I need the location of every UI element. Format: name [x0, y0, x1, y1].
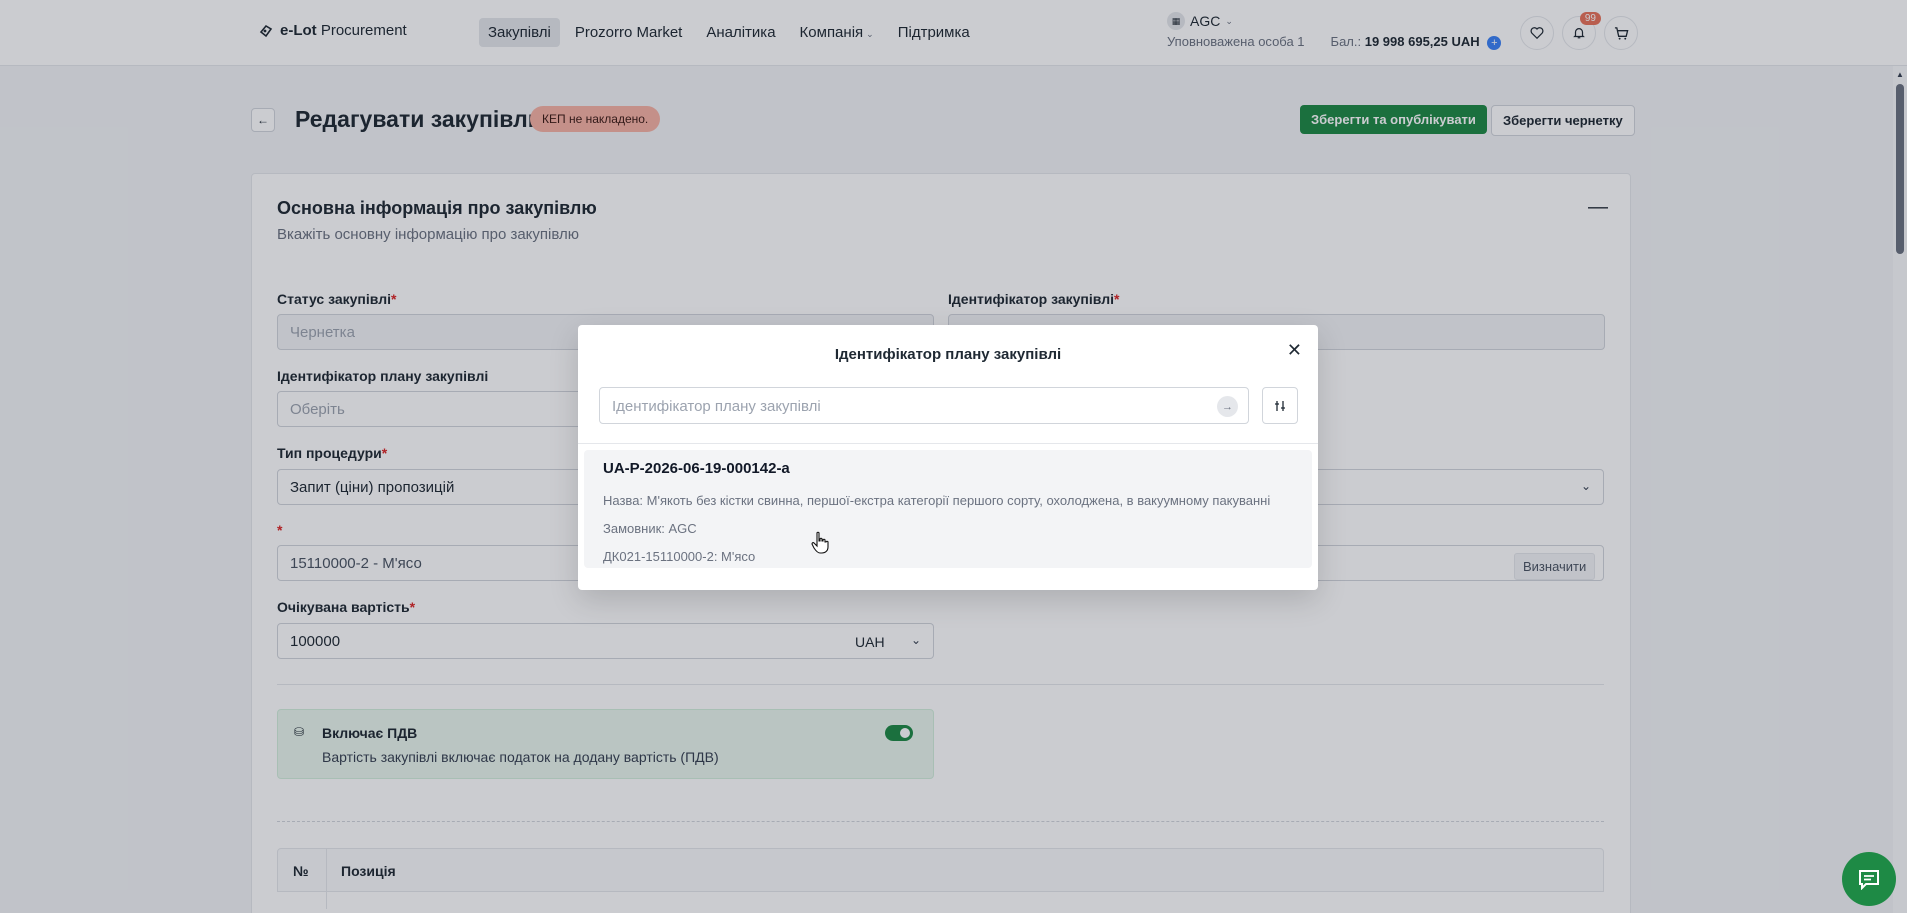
filter-icon — [1275, 400, 1285, 411]
modal-title: Ідентифікатор плану закупівлі — [834, 346, 1062, 363]
plan-search-input[interactable]: Ідентифікатор плану закупівлі → — [599, 387, 1249, 424]
plan-id: UA-P-2026-06-19-000142-a — [603, 460, 790, 477]
close-icon[interactable]: ✕ — [1287, 341, 1302, 359]
filter-button[interactable] — [1262, 387, 1298, 424]
divider — [578, 443, 1318, 444]
plan-customer: Замовник: AGC — [603, 521, 697, 536]
chat-icon — [1859, 870, 1879, 890]
arrow-right-icon[interactable]: → — [1217, 396, 1238, 417]
plan-search-placeholder: Ідентифікатор плану закупівлі — [612, 398, 821, 415]
plan-name: Назва: М'якоть без кістки свинна, першої… — [603, 493, 1271, 508]
plan-result-item[interactable]: UA-P-2026-06-19-000142-a Назва: М'якоть … — [584, 450, 1312, 568]
chat-button[interactable] — [1842, 852, 1896, 906]
hand-cursor-icon — [811, 531, 829, 554]
plan-classifier: ДК021-15110000-2: М'ясо — [603, 549, 756, 564]
plan-id-modal: Ідентифікатор плану закупівлі ✕ Ідентифі… — [578, 325, 1318, 590]
